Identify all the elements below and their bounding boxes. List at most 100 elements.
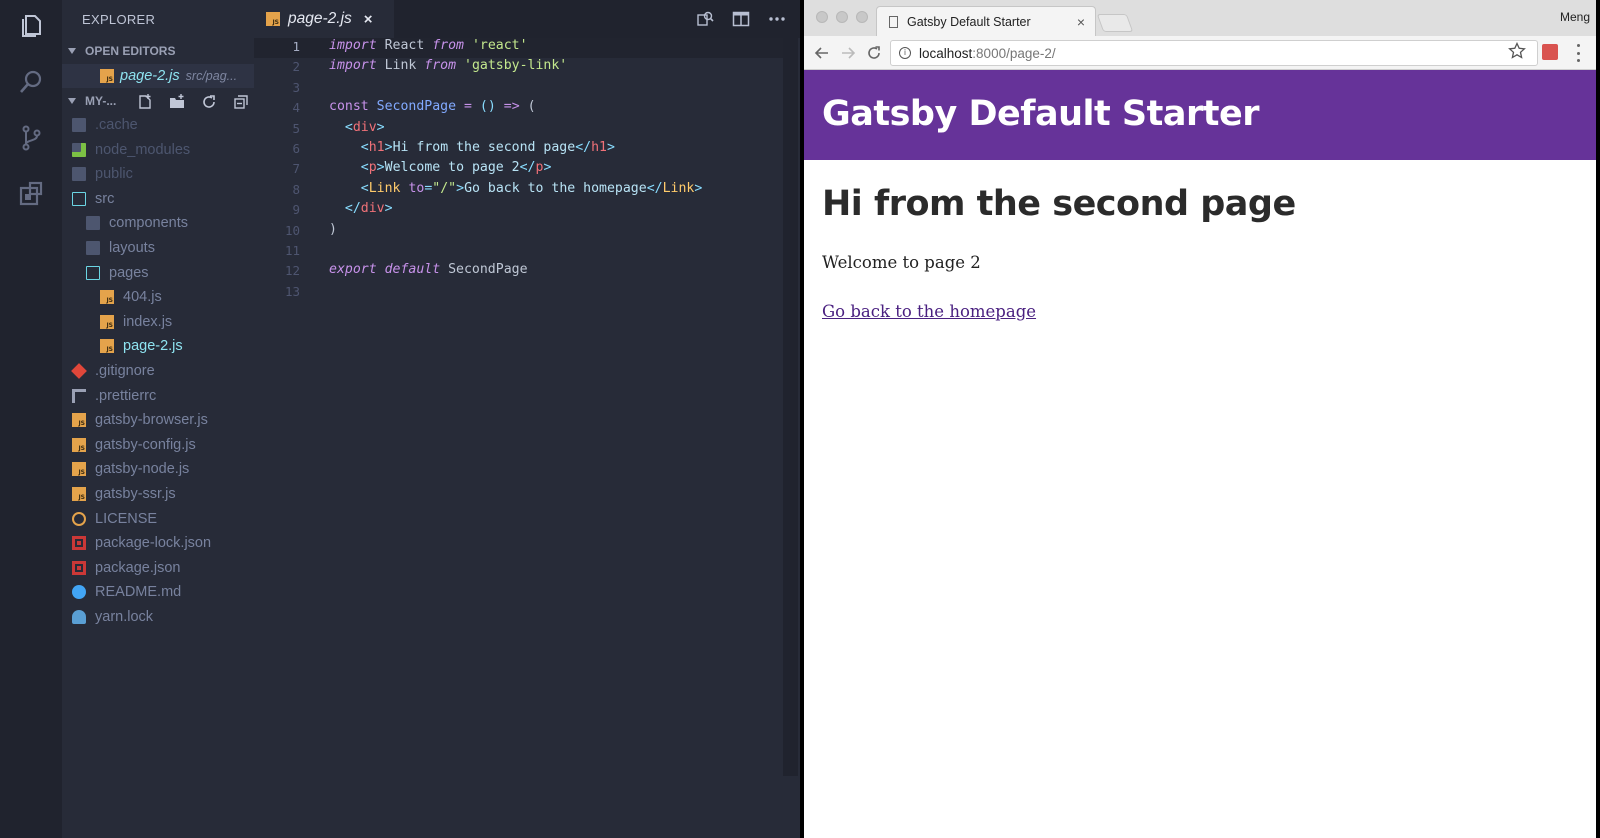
chevron-down-icon bbox=[68, 48, 76, 54]
tree-item[interactable]: layouts bbox=[86, 237, 155, 259]
license-icon bbox=[72, 511, 86, 526]
tree-item[interactable]: LICENSE bbox=[72, 508, 157, 530]
code-editor[interactable]: 1 2 3 4 5 6 7 8 9 10 11 12 13 import React from 'rea… bbox=[254, 38, 800, 838]
tree-item[interactable]: gatsby-ssr.js bbox=[72, 483, 176, 505]
browser-tab-strip: Gatsby Default Starter × Meng bbox=[804, 0, 1600, 36]
tree-item-label: pages bbox=[109, 264, 149, 281]
code-line-12: export default SecondPage bbox=[329, 262, 528, 278]
project-label: MY-... bbox=[85, 94, 117, 108]
open-editors-header[interactable]: OPEN EDITORS bbox=[68, 44, 175, 58]
line-number: 9 bbox=[292, 202, 300, 218]
extensions-icon[interactable] bbox=[17, 180, 45, 208]
open-changes-icon[interactable] bbox=[694, 8, 716, 30]
folder-open-icon bbox=[86, 265, 100, 280]
tree-item[interactable]: README.md bbox=[72, 581, 181, 603]
tree-item-label: .prettierrc bbox=[95, 387, 157, 404]
tree-item[interactable]: node_modules bbox=[72, 139, 190, 161]
line-number: 10 bbox=[284, 222, 300, 238]
more-actions-icon[interactable] bbox=[766, 8, 788, 30]
site-info-icon[interactable]: i bbox=[899, 47, 911, 59]
search-icon[interactable] bbox=[17, 68, 45, 96]
extension-icon[interactable] bbox=[1542, 44, 1558, 60]
tree-item[interactable]: yarn.lock bbox=[72, 606, 153, 628]
homepage-link[interactable]: Go back to the homepage bbox=[822, 302, 1036, 321]
tree-item[interactable]: package.json bbox=[72, 557, 180, 579]
chevron-down-icon bbox=[68, 98, 76, 104]
git-icon bbox=[71, 363, 87, 379]
project-header[interactable]: MY-... bbox=[68, 94, 116, 108]
split-editor-icon[interactable] bbox=[730, 8, 752, 30]
tree-item[interactable]: index.js bbox=[100, 311, 172, 333]
tree-item[interactable]: .gitignore bbox=[71, 360, 155, 382]
line-number: 11 bbox=[284, 243, 300, 258]
yarn-icon bbox=[72, 610, 86, 624]
tree-item[interactable]: package-lock.json bbox=[72, 532, 211, 554]
tree-item-label: components bbox=[109, 215, 188, 232]
address-bar[interactable]: i localhost:8000/page-2/ bbox=[890, 40, 1538, 66]
collapse-all-icon[interactable] bbox=[230, 92, 252, 112]
browser-menu-icon[interactable] bbox=[1570, 44, 1586, 62]
editor-scrollbar[interactable] bbox=[783, 38, 798, 776]
tree-item[interactable]: gatsby-node.js bbox=[72, 458, 189, 480]
js-file-icon bbox=[100, 69, 114, 83]
reload-icon[interactable] bbox=[864, 43, 884, 63]
npm-icon bbox=[72, 560, 86, 575]
activity-bar bbox=[0, 0, 62, 838]
url-path: :8000/page-2/ bbox=[972, 45, 1056, 61]
forward-icon[interactable] bbox=[838, 43, 858, 63]
tab-label: page-2.js bbox=[288, 10, 352, 27]
node-folder-icon bbox=[72, 142, 86, 157]
new-tab-button[interactable] bbox=[1096, 14, 1134, 32]
browser-tab-close-icon[interactable]: × bbox=[1077, 14, 1085, 30]
refresh-icon[interactable] bbox=[198, 92, 220, 112]
tree-item-label: LICENSE bbox=[95, 510, 158, 527]
tab-page-2[interactable]: page-2.js × bbox=[254, 0, 394, 38]
npm-lock-icon bbox=[72, 536, 86, 551]
explorer-sidebar: EXPLORER OPEN EDITORS page-2.js src/pag.… bbox=[62, 0, 254, 838]
source-control-icon[interactable] bbox=[17, 124, 45, 152]
tree-item-label: gatsby-config.js bbox=[95, 436, 196, 453]
tree-item[interactable]: .prettierrc bbox=[72, 385, 156, 407]
tree-item[interactable]: .cache bbox=[72, 114, 138, 136]
bookmark-star-icon[interactable] bbox=[1508, 41, 1526, 60]
line-number: 1 bbox=[292, 39, 300, 54]
tab-close-icon[interactable]: × bbox=[364, 11, 373, 28]
back-icon[interactable] bbox=[812, 43, 832, 63]
page-text: Welcome to page 2 bbox=[822, 253, 981, 272]
tree-item[interactable]: public bbox=[72, 163, 133, 185]
tree-item-label: layouts bbox=[109, 240, 155, 256]
line-number: 7 bbox=[292, 161, 300, 177]
page-heading: Hi from the second page bbox=[822, 184, 1296, 224]
browser-tab[interactable]: Gatsby Default Starter × bbox=[876, 6, 1096, 36]
new-folder-icon[interactable] bbox=[166, 92, 188, 112]
tree-item[interactable]: gatsby-browser.js bbox=[72, 409, 208, 431]
folder-icon bbox=[86, 216, 100, 231]
tree-item[interactable]: components bbox=[86, 212, 188, 234]
tree-item-label: yarn.lock bbox=[95, 609, 154, 625]
open-editors-label: OPEN EDITORS bbox=[85, 44, 176, 58]
js-file-icon bbox=[100, 314, 114, 329]
tree-item[interactable]: src bbox=[72, 188, 114, 210]
prettier-icon bbox=[72, 388, 86, 403]
zoom-window-button[interactable] bbox=[856, 11, 868, 23]
files-icon[interactable] bbox=[17, 12, 45, 40]
tree-item-label: gatsby-ssr.js bbox=[95, 486, 176, 502]
tree-item-label: gatsby-node.js bbox=[95, 461, 190, 478]
tree-item[interactable]: page-2.js bbox=[100, 335, 183, 357]
tree-item[interactable]: 404.js bbox=[100, 286, 162, 308]
close-window-button[interactable] bbox=[816, 11, 828, 23]
line-number: 8 bbox=[292, 181, 300, 197]
tree-item[interactable]: pages bbox=[86, 262, 149, 284]
site-title[interactable]: Gatsby Default Starter bbox=[822, 94, 1259, 134]
new-file-icon[interactable] bbox=[134, 92, 156, 112]
tree-item-label: README.md bbox=[95, 584, 182, 601]
open-editor-item[interactable]: page-2.js src/pag... bbox=[62, 64, 254, 88]
js-file-icon bbox=[100, 339, 114, 354]
tree-item[interactable]: gatsby-config.js bbox=[72, 434, 196, 456]
browser-toolbar: i localhost:8000/page-2/ bbox=[804, 36, 1600, 70]
tree-item-label: package.json bbox=[95, 559, 181, 576]
profile-name[interactable]: Meng bbox=[1560, 10, 1590, 24]
folder-icon bbox=[86, 241, 100, 255]
minimize-window-button[interactable] bbox=[836, 11, 848, 23]
js-file-icon bbox=[72, 487, 86, 501]
